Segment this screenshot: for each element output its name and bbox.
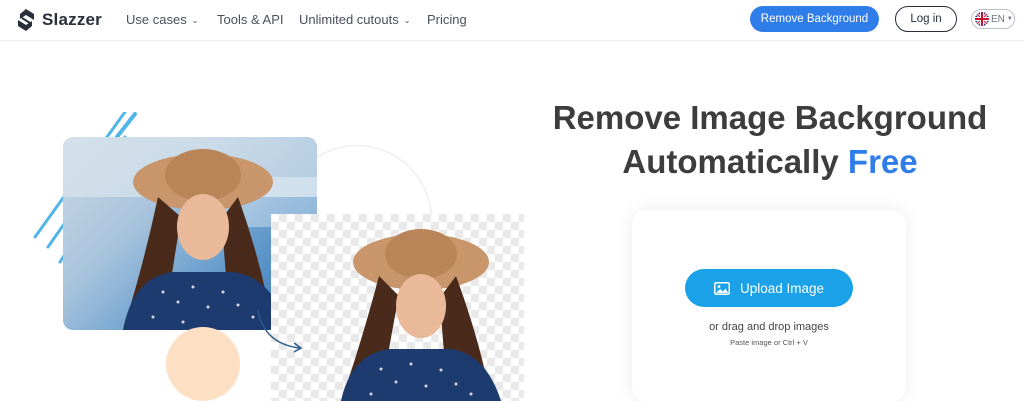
image-icon [713,281,730,295]
nav-unlimited-cutouts[interactable]: Unlimited cutouts ⌄ [299,12,410,27]
paste-hint-text: Paste image or Ctrl + V [730,338,808,347]
uk-flag-icon [975,12,989,26]
login-button[interactable]: Log in [895,6,957,32]
brand-name: Slazzer [42,10,102,29]
upload-image-label: Upload Image [739,280,825,296]
nav-pricing[interactable]: Pricing [427,12,467,27]
nav-use-cases[interactable]: Use cases ⌄ [126,12,198,27]
chevron-down-icon: ⌄ [403,16,411,25]
hero-title-automatically: Automatically [622,143,839,180]
nav-tools-api-label: Tools & API [217,12,284,27]
nav-use-cases-label: Use cases [126,12,187,27]
nav-pricing-label: Pricing [427,12,467,27]
remove-background-button[interactable]: Remove Background [750,6,879,32]
nav-tools-api[interactable]: Tools & API [217,12,283,27]
hero-title-line2: Automatically Free [520,140,1020,184]
hero-title-free: Free [847,143,918,180]
chevron-down-icon: ⌄ [191,16,199,25]
language-selector[interactable]: EN ▼ [971,9,1015,29]
top-navbar: Slazzer Use cases ⌄ Tools & API Unlimite… [0,0,1024,41]
curved-arrow-icon [257,309,303,353]
brand-logo[interactable]: Slazzer [16,8,102,32]
hero-title: Remove Image Background Automatically Fr… [520,96,1020,184]
chevron-down-icon: ▼ [1006,16,1013,22]
upload-image-button[interactable]: Upload Image [685,269,853,307]
language-code: EN [991,13,1005,25]
upload-card[interactable]: Upload Image or drag and drop images Pas… [632,210,906,401]
drag-drop-text: or drag and drop images [709,321,829,333]
hero-title-line1: Remove Image Background [552,99,988,136]
nav-unlimited-cutouts-label: Unlimited cutouts [299,12,399,27]
slazzer-logo-icon [18,9,34,31]
decorative-peach-circle [166,327,240,401]
